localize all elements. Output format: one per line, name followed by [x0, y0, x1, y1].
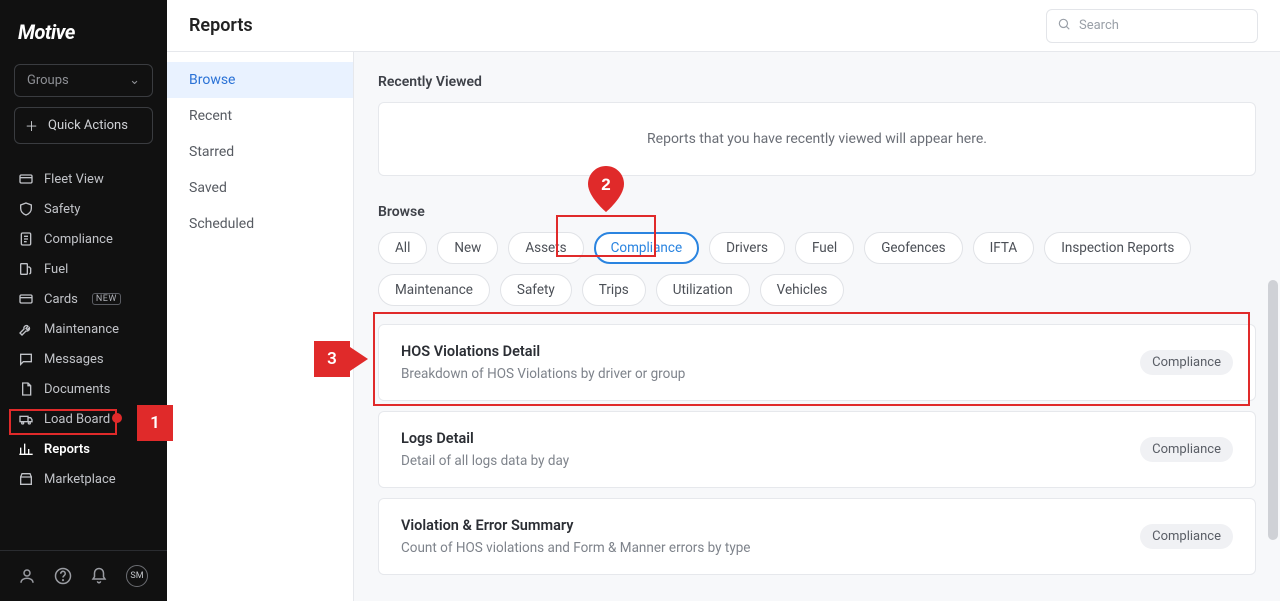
report-title: HOS Violations Detail	[401, 343, 685, 360]
load-icon	[18, 411, 34, 427]
chip-assets[interactable]: Assets	[508, 232, 583, 264]
subnav-item-browse[interactable]: Browse	[167, 62, 353, 98]
quick-actions-button[interactable]: ＋ Quick Actions	[14, 107, 153, 144]
quick-actions-label: Quick Actions	[48, 118, 128, 133]
search-placeholder: Search	[1079, 18, 1119, 33]
notification-dot	[112, 413, 122, 423]
chip-utilization[interactable]: Utilization	[656, 274, 750, 306]
recent-empty-card: Reports that you have recently viewed wi…	[378, 102, 1256, 176]
report-desc: Breakdown of HOS Violations by driver or…	[401, 366, 685, 382]
panel: Recently Viewed Reports that you have re…	[354, 52, 1280, 601]
report-tag: Compliance	[1140, 350, 1233, 375]
reports-list: HOS Violations Detail Breakdown of HOS Vi…	[378, 324, 1256, 575]
report-desc: Count of HOS violations and Form & Manne…	[401, 540, 750, 556]
shield-icon	[18, 201, 34, 217]
sidebar-item-label: Maintenance	[44, 322, 119, 337]
search-input[interactable]: Search	[1046, 9, 1258, 43]
brand-logo: Motive	[0, 0, 167, 60]
chip-ifta[interactable]: IFTA	[973, 232, 1035, 264]
user-icon[interactable]	[18, 567, 36, 585]
sidebar-item-label: Documents	[44, 382, 110, 397]
new-badge: NEW	[92, 293, 121, 305]
chip-drivers[interactable]: Drivers	[709, 232, 785, 264]
report-row[interactable]: Violation & Error Summary Count of HOS vi…	[378, 498, 1256, 575]
chip-geofences[interactable]: Geofences	[864, 232, 962, 264]
chip-trips[interactable]: Trips	[582, 274, 646, 306]
sidebar-item-safety[interactable]: Safety	[0, 194, 167, 224]
chip-all[interactable]: All	[378, 232, 427, 264]
sidebar-item-label: Marketplace	[44, 472, 116, 487]
avatar[interactable]: SM	[126, 565, 148, 587]
plus-icon: ＋	[25, 116, 38, 135]
chart-icon	[18, 441, 34, 457]
report-title: Violation & Error Summary	[401, 517, 750, 534]
sidebar-item-reports[interactable]: Reports	[0, 434, 167, 464]
sidebar-footer: SM	[0, 550, 167, 601]
page-title: Reports	[189, 15, 253, 36]
sidebar-item-label: Compliance	[44, 232, 113, 247]
report-row[interactable]: HOS Violations Detail Breakdown of HOS Vi…	[378, 324, 1256, 401]
subnav-item-starred[interactable]: Starred	[167, 134, 353, 170]
chevron-down-icon: ⌄	[129, 73, 140, 88]
scrollbar[interactable]	[1268, 280, 1278, 540]
bell-icon[interactable]	[90, 567, 108, 585]
browse-section-title: Browse	[378, 204, 1256, 220]
chip-fuel[interactable]: Fuel	[795, 232, 854, 264]
sidebar-item-label: Load Board	[44, 412, 110, 427]
sidebar-item-documents[interactable]: Documents	[0, 374, 167, 404]
subnav-item-saved[interactable]: Saved	[167, 170, 353, 206]
sidebar-item-cards[interactable]: Cards NEW	[0, 284, 167, 314]
sidebar-item-messages[interactable]: Messages	[0, 344, 167, 374]
groups-label: Groups	[27, 73, 69, 88]
report-title: Logs Detail	[401, 430, 569, 447]
fleet-icon	[18, 171, 34, 187]
msg-icon	[18, 351, 34, 367]
brand-text: Motive	[18, 20, 75, 44]
sidebar-item-label: Reports	[44, 442, 90, 457]
docs-icon	[18, 381, 34, 397]
sidebar-item-maintenance[interactable]: Maintenance	[0, 314, 167, 344]
sidebar-item-marketplace[interactable]: Marketplace	[0, 464, 167, 494]
subnav-item-scheduled[interactable]: Scheduled	[167, 206, 353, 242]
groups-dropdown[interactable]: Groups ⌄	[14, 64, 153, 97]
recent-empty-text: Reports that you have recently viewed wi…	[647, 131, 987, 147]
chip-maintenance[interactable]: Maintenance	[378, 274, 490, 306]
topbar: Reports Search	[167, 0, 1280, 52]
report-tag: Compliance	[1140, 437, 1233, 462]
content: BrowseRecentStarredSavedScheduled Recent…	[167, 52, 1280, 601]
sidebar-item-load-board[interactable]: Load Board	[0, 404, 167, 434]
sidebar: Motive Groups ⌄ ＋ Quick Actions Fleet Vi…	[0, 0, 167, 601]
sidebar-item-fleet-view[interactable]: Fleet View	[0, 164, 167, 194]
sidebar-item-compliance[interactable]: Compliance	[0, 224, 167, 254]
sidebar-item-fuel[interactable]: Fuel	[0, 254, 167, 284]
chip-safety[interactable]: Safety	[500, 274, 572, 306]
wrench-icon	[18, 321, 34, 337]
main: Reports Search BrowseRecentStarredSavedS…	[167, 0, 1280, 601]
sidebar-item-label: Fleet View	[44, 172, 104, 187]
doc-icon	[18, 231, 34, 247]
category-chips: All New Assets Compliance Drivers Fuel Geofenc…	[378, 232, 1256, 306]
sidebar-item-label: Cards	[44, 292, 78, 307]
chip-compliance[interactable]: Compliance	[594, 232, 700, 264]
sidebar-item-label: Fuel	[44, 262, 68, 277]
help-icon[interactable]	[54, 567, 72, 585]
recent-section-title: Recently Viewed	[378, 74, 1256, 90]
report-row[interactable]: Logs Detail Detail of all logs data by da…	[378, 411, 1256, 488]
sidebar-item-label: Safety	[44, 202, 80, 217]
report-tag: Compliance	[1140, 524, 1233, 549]
subnav-item-recent[interactable]: Recent	[167, 98, 353, 134]
chip-inspection-reports[interactable]: Inspection Reports	[1044, 232, 1191, 264]
sidebar-nav: Fleet View Safety Compliance Fuel Cards NEW Ma…	[0, 160, 167, 550]
search-icon	[1057, 17, 1071, 35]
card-icon	[18, 291, 34, 307]
market-icon	[18, 471, 34, 487]
fuel-icon	[18, 261, 34, 277]
subnav: BrowseRecentStarredSavedScheduled	[167, 52, 354, 601]
report-desc: Detail of all logs data by day	[401, 453, 569, 469]
chip-new[interactable]: New	[437, 232, 498, 264]
chip-vehicles[interactable]: Vehicles	[760, 274, 845, 306]
sidebar-item-label: Messages	[44, 352, 104, 367]
